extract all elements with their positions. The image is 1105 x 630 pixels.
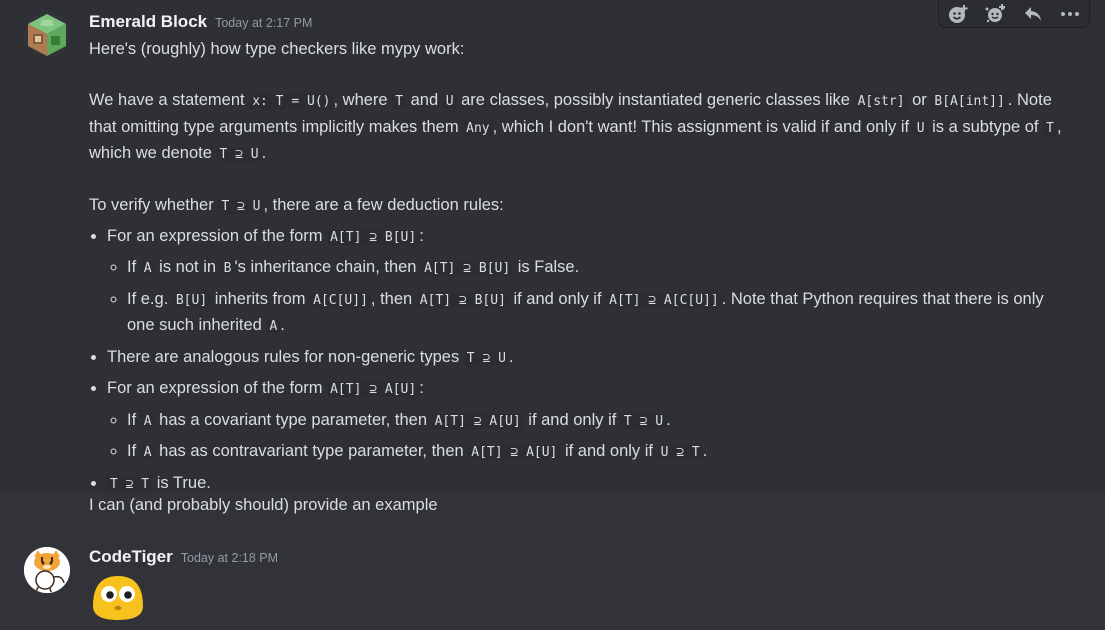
reply-button[interactable] bbox=[1020, 3, 1046, 25]
more-icon bbox=[1061, 11, 1080, 16]
list-item: If A has as contravariant type parameter… bbox=[127, 439, 1069, 466]
message-paragraph: To verify whether T ⊇ U, there are a few… bbox=[89, 196, 504, 214]
list-item: T ⊇ T is True. bbox=[107, 471, 1069, 498]
super-reaction-button[interactable] bbox=[982, 3, 1008, 25]
timestamp[interactable]: Today at 2:17 PM bbox=[215, 16, 312, 30]
tiger-cartoon-icon bbox=[24, 547, 70, 593]
add-reaction-icon bbox=[948, 4, 968, 23]
list-item: For an expression of the form A[T] ⊇ A[U… bbox=[107, 376, 1069, 466]
command-block-icon bbox=[24, 12, 70, 58]
timestamp[interactable]: Today at 2:18 PM bbox=[181, 551, 278, 565]
more-button[interactable] bbox=[1057, 3, 1083, 25]
list-item: If e.g. B[U] inherits from A[C[U]], then… bbox=[127, 287, 1069, 340]
message-paragraph: Here's (roughly) how type checkers like … bbox=[89, 40, 465, 58]
sub-list: If A has a covariant type parameter, the… bbox=[107, 408, 1069, 466]
username[interactable]: Emerald Block bbox=[89, 12, 207, 31]
message-followup: I can (and probably should) provide an e… bbox=[89, 496, 438, 514]
list-item: There are analogous rules for non-generi… bbox=[107, 345, 1069, 372]
rules-list: For an expression of the form A[T] ⊇ B[U… bbox=[89, 224, 1069, 498]
reply-icon bbox=[1024, 6, 1041, 21]
message-toolbar bbox=[939, 0, 1089, 27]
username[interactable]: CodeTiger bbox=[89, 547, 173, 566]
message-header: CodeTiger Today at 2:18 PM bbox=[89, 547, 278, 571]
message-header: Emerald Block Today at 2:17 PM bbox=[89, 12, 312, 36]
list-item: For an expression of the form A[T] ⊇ B[U… bbox=[107, 224, 1069, 340]
flushed-blob-emoji-icon bbox=[93, 576, 143, 620]
message-content: Here's (roughly) how type checkers like … bbox=[89, 37, 1069, 502]
list-item: If A has a covariant type parameter, the… bbox=[127, 408, 1069, 435]
message-paragraph: We have a statement x: T = U(), where T … bbox=[89, 91, 1062, 162]
sub-list: If A is not in B's inheritance chain, th… bbox=[107, 255, 1069, 340]
avatar[interactable] bbox=[24, 12, 70, 58]
list-item: If A is not in B's inheritance chain, th… bbox=[127, 255, 1069, 282]
avatar[interactable] bbox=[24, 547, 70, 593]
flushed-blob-emoji[interactable] bbox=[89, 572, 147, 622]
super-reaction-icon bbox=[985, 3, 1006, 22]
add-reaction-button[interactable] bbox=[945, 3, 971, 25]
